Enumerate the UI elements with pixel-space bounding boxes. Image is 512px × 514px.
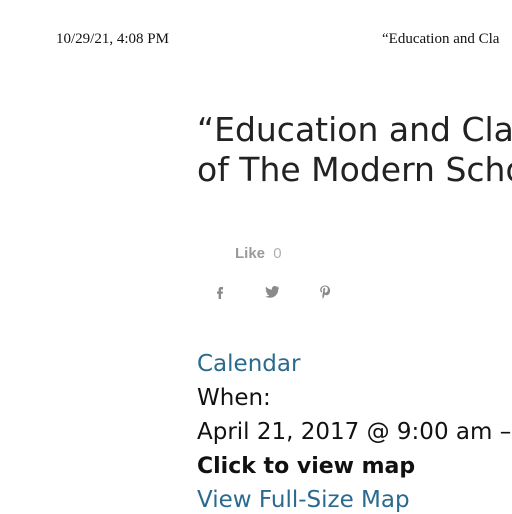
like-button[interactable]: Like 0 [235,245,282,262]
full-size-map-link[interactable]: View Full-Size Map [197,486,410,514]
print-header: 10/29/21, 4:08 PM “Education and Cla [0,31,512,51]
pinterest-icon[interactable] [316,283,334,301]
view-map-link[interactable]: Click to view map [197,453,415,481]
when-label: When: [197,385,271,411]
print-date: 10/29/21, 4:08 PM [56,31,169,47]
page-title: “Education and Clas of The Modern Scho [197,110,512,190]
like-label: Like [235,245,266,262]
print-page-title: “Education and Cla [382,31,500,47]
facebook-icon[interactable] [211,283,229,301]
calendar-link[interactable]: Calendar [197,350,300,378]
event-date-time: April 21, 2017 @ 9:00 am – [197,419,512,445]
twitter-icon[interactable] [263,283,281,301]
page-title-line-1: “Education and Clas [197,110,512,149]
page-title-line-2: of The Modern Scho [197,150,512,189]
like-count: 0 [273,245,282,262]
